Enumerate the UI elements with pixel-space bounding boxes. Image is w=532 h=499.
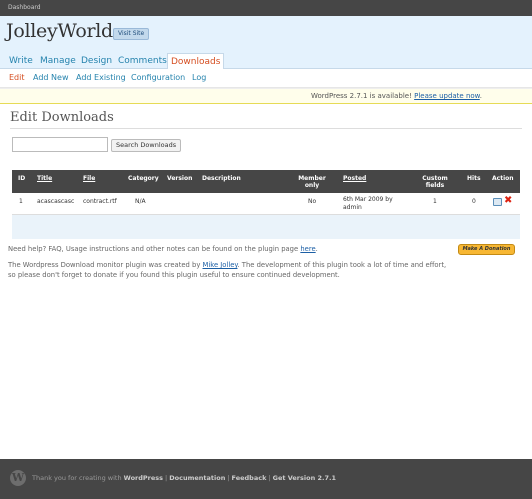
help-text-body: Need help? FAQ, Usage instructions and o… bbox=[8, 245, 301, 253]
dashboard-link[interactable]: Dashboard bbox=[8, 4, 41, 11]
footer-text: Thank you for creating with WordPress | Do… bbox=[32, 474, 336, 482]
table-footer bbox=[12, 215, 520, 239]
cell-file: contract.rtf bbox=[83, 198, 117, 205]
cell-category: N/A bbox=[135, 198, 146, 205]
update-notice: WordPress 2.7.1 is available! Please upd… bbox=[0, 88, 532, 104]
footer-thanks: Thank you for creating with bbox=[32, 474, 124, 482]
column-header-title[interactable]: Title bbox=[37, 175, 52, 182]
cell-member-only: No bbox=[308, 198, 317, 205]
admin-topbar: Dashboard bbox=[0, 0, 532, 16]
admin-footer: W Thank you for creating with WordPress |… bbox=[0, 459, 532, 499]
downloads-table: ID Title File Category Version Descripti… bbox=[12, 170, 520, 239]
column-header-posted[interactable]: Posted bbox=[343, 175, 366, 182]
submenu-item-configuration[interactable]: Configuration bbox=[131, 73, 185, 82]
site-title: JolleyWorld bbox=[6, 20, 113, 42]
column-header-hits: Hits bbox=[467, 175, 481, 182]
menu-item-downloads[interactable]: Downloads bbox=[167, 53, 225, 70]
page-title: Edit Downloads bbox=[10, 110, 114, 125]
plugin-page-link[interactable]: here bbox=[300, 245, 315, 253]
credit-text-before: The Wordpress Download monitor plugin wa… bbox=[8, 261, 203, 269]
edit-icon[interactable] bbox=[493, 198, 502, 206]
submenu-item-edit[interactable]: Edit bbox=[9, 73, 25, 82]
visit-site-button[interactable]: Visit Site bbox=[113, 28, 150, 40]
column-header-description: Description bbox=[202, 175, 241, 182]
update-now-link[interactable]: Please update now bbox=[414, 92, 480, 100]
search-input[interactable] bbox=[12, 137, 108, 152]
wordpress-logo-icon: W bbox=[10, 470, 26, 486]
cell-hits: 0 bbox=[472, 198, 476, 205]
submenu-item-log[interactable]: Log bbox=[192, 73, 206, 82]
search-downloads-button[interactable]: Search Downloads bbox=[111, 139, 182, 152]
table-row: 1 acascascasc contract.rtf N/A No 6th Ma… bbox=[12, 193, 520, 215]
help-text-suffix: . bbox=[315, 245, 318, 253]
site-header: JolleyWorld Visit Site bbox=[0, 16, 532, 51]
content-area: Edit Downloads Search Downloads ID Title… bbox=[0, 104, 532, 458]
cell-title: acascascasc bbox=[37, 198, 75, 205]
menu-item-comments[interactable]: Comments bbox=[116, 53, 169, 70]
help-text: Need help? FAQ, Usage instructions and o… bbox=[8, 245, 318, 253]
column-header-category: Category bbox=[128, 175, 159, 182]
make-donation-button[interactable]: Make A Donation bbox=[458, 244, 515, 255]
update-notice-text: WordPress 2.7.1 is available! bbox=[311, 92, 415, 100]
menu-item-manage[interactable]: Manage bbox=[38, 53, 78, 70]
column-header-file[interactable]: File bbox=[83, 175, 95, 182]
column-header-member-only: Member only bbox=[298, 175, 326, 189]
column-header-id[interactable]: ID bbox=[18, 175, 25, 182]
column-header-version: Version bbox=[167, 175, 193, 182]
column-header-action: Action bbox=[492, 175, 514, 182]
cell-id: 1 bbox=[19, 198, 23, 205]
table-header: ID Title File Category Version Descripti… bbox=[12, 170, 520, 193]
menu-item-design[interactable]: Design bbox=[79, 53, 114, 70]
main-menu: Write Manage Design Comments Downloads bbox=[0, 51, 532, 70]
footer-documentation-link[interactable]: Documentation bbox=[169, 474, 225, 482]
heading-divider bbox=[10, 128, 522, 129]
footer-version-link[interactable]: Get Version 2.7.1 bbox=[273, 474, 336, 482]
credit-text: The Wordpress Download monitor plugin wa… bbox=[8, 260, 448, 280]
author-link[interactable]: Mike Jolley bbox=[203, 261, 238, 269]
submenu-item-add-new[interactable]: Add New bbox=[33, 73, 68, 82]
footer-feedback-link[interactable]: Feedback bbox=[232, 474, 267, 482]
column-header-custom-fields: Custom fields bbox=[422, 175, 448, 189]
footer-wordpress-link[interactable]: WordPress bbox=[124, 474, 163, 482]
delete-icon[interactable]: ✖ bbox=[504, 196, 512, 206]
submenu-item-add-existing[interactable]: Add Existing bbox=[76, 73, 126, 82]
cell-custom-fields: 1 bbox=[433, 198, 437, 205]
update-notice-suffix: . bbox=[479, 92, 482, 100]
menu-item-write[interactable]: Write bbox=[7, 53, 35, 70]
sub-menu: Edit Add New Add Existing Configuration … bbox=[0, 69, 532, 88]
cell-posted: 6th Mar 2009 by admin bbox=[343, 196, 393, 211]
